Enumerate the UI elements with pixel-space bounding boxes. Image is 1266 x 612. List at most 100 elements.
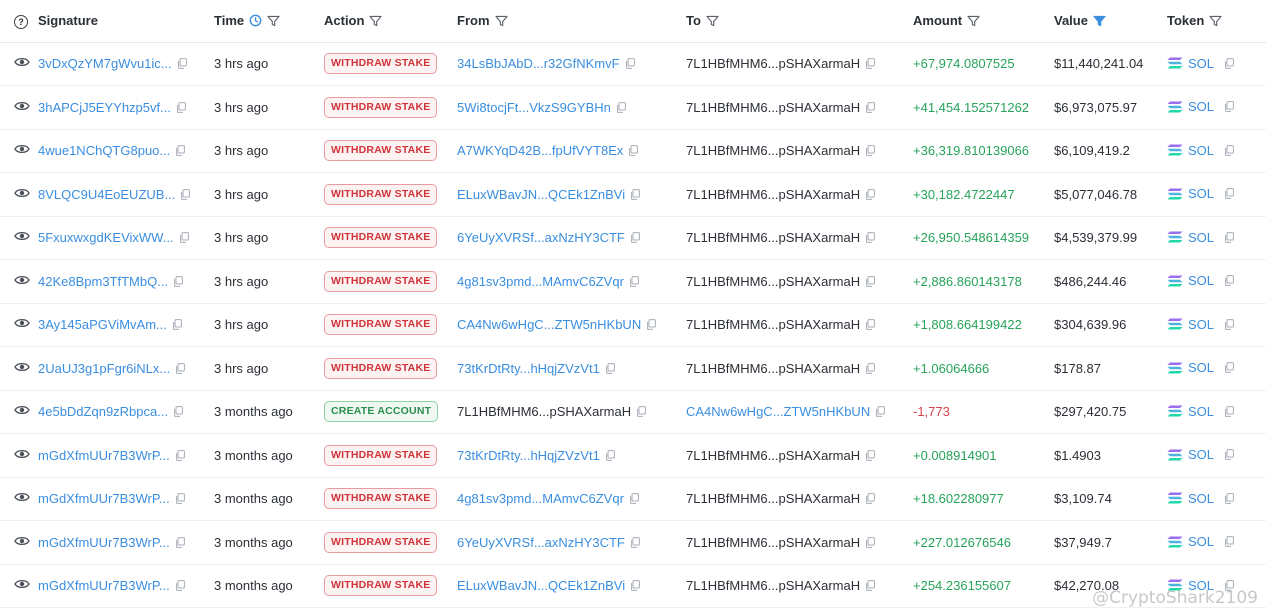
to-address[interactable]: CA4Nw6wHgC...ZTW5nHKbUN bbox=[686, 404, 870, 419]
eye-icon[interactable] bbox=[14, 578, 30, 590]
copy-icon[interactable] bbox=[605, 449, 615, 461]
signature-link[interactable]: 5FxuxwxgdKEVixWW... bbox=[38, 230, 174, 245]
from-address[interactable]: 5Wi8tocjFt...VkzS9GYBHn bbox=[457, 100, 611, 115]
signature-link[interactable]: 8VLQC9U4EoEUZUB... bbox=[38, 187, 175, 202]
copy-icon[interactable] bbox=[180, 188, 191, 200]
from-address[interactable]: 6YeUyXVRSf...axNzHY3CTF bbox=[457, 230, 625, 245]
copy-icon[interactable] bbox=[175, 580, 185, 592]
signature-link[interactable]: 3vDxQzYM7gWvu1ic... bbox=[38, 56, 172, 71]
signature-link[interactable]: mGdXfmUUr7B3WrP... bbox=[38, 448, 170, 463]
from-address[interactable]: 73tKrDtRty...hHqjZVzVt1 bbox=[457, 448, 600, 463]
copy-icon[interactable] bbox=[865, 101, 876, 113]
copy-icon[interactable] bbox=[1224, 536, 1234, 547]
signature-link[interactable]: 3Ay145aPGViMvAm... bbox=[38, 317, 167, 332]
copy-icon[interactable] bbox=[175, 362, 186, 374]
copy-icon[interactable] bbox=[865, 232, 876, 244]
eye-icon[interactable] bbox=[14, 56, 30, 68]
copy-icon[interactable] bbox=[1224, 188, 1234, 199]
signature-link[interactable]: 4e5bDdZqn9zRbpca... bbox=[38, 404, 168, 419]
copy-icon[interactable] bbox=[173, 406, 183, 418]
signature-link[interactable]: mGdXfmUUr7B3WrP... bbox=[38, 491, 170, 506]
token-link[interactable]: SOL bbox=[1188, 273, 1214, 288]
copy-icon[interactable] bbox=[865, 536, 876, 548]
signature-link[interactable]: mGdXfmUUr7B3WrP... bbox=[38, 535, 170, 550]
eye-icon[interactable] bbox=[14, 404, 30, 416]
copy-icon[interactable] bbox=[630, 188, 640, 200]
copy-icon[interactable] bbox=[628, 145, 639, 157]
copy-icon[interactable] bbox=[605, 362, 615, 374]
copy-icon[interactable] bbox=[875, 406, 886, 418]
copy-icon[interactable] bbox=[865, 449, 876, 461]
question-icon[interactable]: ? bbox=[14, 14, 28, 29]
from-address[interactable]: 73tKrDtRty...hHqjZVzVt1 bbox=[457, 361, 600, 376]
eye-icon[interactable] bbox=[14, 143, 30, 155]
eye-icon[interactable] bbox=[14, 317, 30, 329]
copy-icon[interactable] bbox=[177, 58, 187, 70]
copy-icon[interactable] bbox=[865, 319, 876, 331]
signature-link[interactable]: 3hAPCjJ5EYYhzp5vf... bbox=[38, 100, 171, 115]
signature-link[interactable]: 42Ke8Bpm3TfTMbQ... bbox=[38, 274, 168, 289]
copy-icon[interactable] bbox=[179, 232, 189, 244]
signature-link[interactable]: 2UaUJ3g1pFgr6iNLx... bbox=[38, 361, 170, 376]
copy-icon[interactable] bbox=[172, 319, 182, 331]
eye-icon[interactable] bbox=[14, 448, 30, 460]
from-address[interactable]: CA4Nw6wHgC...ZTW5nHKbUN bbox=[457, 317, 641, 332]
copy-icon[interactable] bbox=[865, 58, 876, 70]
eye-icon[interactable] bbox=[14, 230, 30, 242]
copy-icon[interactable] bbox=[1224, 362, 1234, 373]
copy-icon[interactable] bbox=[630, 232, 640, 244]
copy-icon[interactable] bbox=[1224, 57, 1234, 69]
copy-icon[interactable] bbox=[630, 580, 640, 592]
filter-icon[interactable] bbox=[267, 15, 280, 27]
copy-icon[interactable] bbox=[865, 580, 876, 592]
copy-icon[interactable] bbox=[865, 275, 876, 287]
filter-active-icon[interactable] bbox=[1093, 15, 1106, 27]
token-link[interactable]: SOL bbox=[1188, 491, 1214, 506]
copy-icon[interactable] bbox=[173, 275, 183, 287]
eye-icon[interactable] bbox=[14, 100, 30, 112]
eye-icon[interactable] bbox=[14, 361, 30, 373]
copy-icon[interactable] bbox=[629, 493, 639, 505]
eye-icon[interactable] bbox=[14, 187, 30, 199]
token-link[interactable]: SOL bbox=[1188, 230, 1214, 245]
signature-link[interactable]: 4wue1NChQTG8puo... bbox=[38, 143, 170, 158]
eye-icon[interactable] bbox=[14, 274, 30, 286]
copy-icon[interactable] bbox=[629, 275, 639, 287]
copy-icon[interactable] bbox=[636, 406, 647, 418]
filter-icon[interactable] bbox=[967, 15, 980, 27]
token-link[interactable]: SOL bbox=[1188, 56, 1214, 71]
token-link[interactable]: SOL bbox=[1188, 360, 1214, 375]
from-address[interactable]: ELuxWBavJN...QCEk1ZnBVi bbox=[457, 578, 625, 593]
filter-icon[interactable] bbox=[1209, 15, 1222, 27]
token-link[interactable]: SOL bbox=[1188, 186, 1214, 201]
copy-icon[interactable] bbox=[616, 101, 626, 113]
copy-icon[interactable] bbox=[1224, 101, 1234, 112]
copy-icon[interactable] bbox=[175, 536, 185, 548]
copy-icon[interactable] bbox=[176, 101, 186, 113]
copy-icon[interactable] bbox=[1224, 492, 1234, 504]
copy-icon[interactable] bbox=[1224, 275, 1234, 286]
copy-icon[interactable] bbox=[175, 449, 185, 461]
copy-icon[interactable] bbox=[1224, 318, 1234, 330]
eye-icon[interactable] bbox=[14, 491, 30, 503]
copy-icon[interactable] bbox=[1224, 144, 1234, 156]
copy-icon[interactable] bbox=[175, 493, 185, 505]
token-link[interactable]: SOL bbox=[1188, 534, 1214, 549]
token-link[interactable]: SOL bbox=[1188, 447, 1214, 462]
copy-icon[interactable] bbox=[630, 536, 640, 548]
copy-icon[interactable] bbox=[1224, 231, 1234, 243]
from-address[interactable]: 34LsBbJAbD...r32GfNKmvF bbox=[457, 56, 620, 71]
eye-icon[interactable] bbox=[14, 535, 30, 547]
copy-icon[interactable] bbox=[175, 145, 186, 157]
from-address[interactable]: ELuxWBavJN...QCEk1ZnBVi bbox=[457, 187, 625, 202]
filter-icon[interactable] bbox=[494, 15, 508, 27]
from-address[interactable]: 6YeUyXVRSf...axNzHY3CTF bbox=[457, 535, 625, 550]
from-address[interactable]: A7WKYqD42B...fpUfVYT8Ex bbox=[457, 143, 623, 158]
signature-link[interactable]: mGdXfmUUr7B3WrP... bbox=[38, 578, 170, 593]
header-info[interactable]: ? bbox=[0, 0, 38, 42]
clock-icon[interactable] bbox=[249, 14, 262, 27]
from-address[interactable]: 4g81sv3pmd...MAmvC6ZVqr bbox=[457, 274, 624, 289]
filter-icon[interactable] bbox=[706, 15, 719, 27]
copy-icon[interactable] bbox=[865, 362, 876, 374]
copy-icon[interactable] bbox=[1224, 405, 1234, 417]
